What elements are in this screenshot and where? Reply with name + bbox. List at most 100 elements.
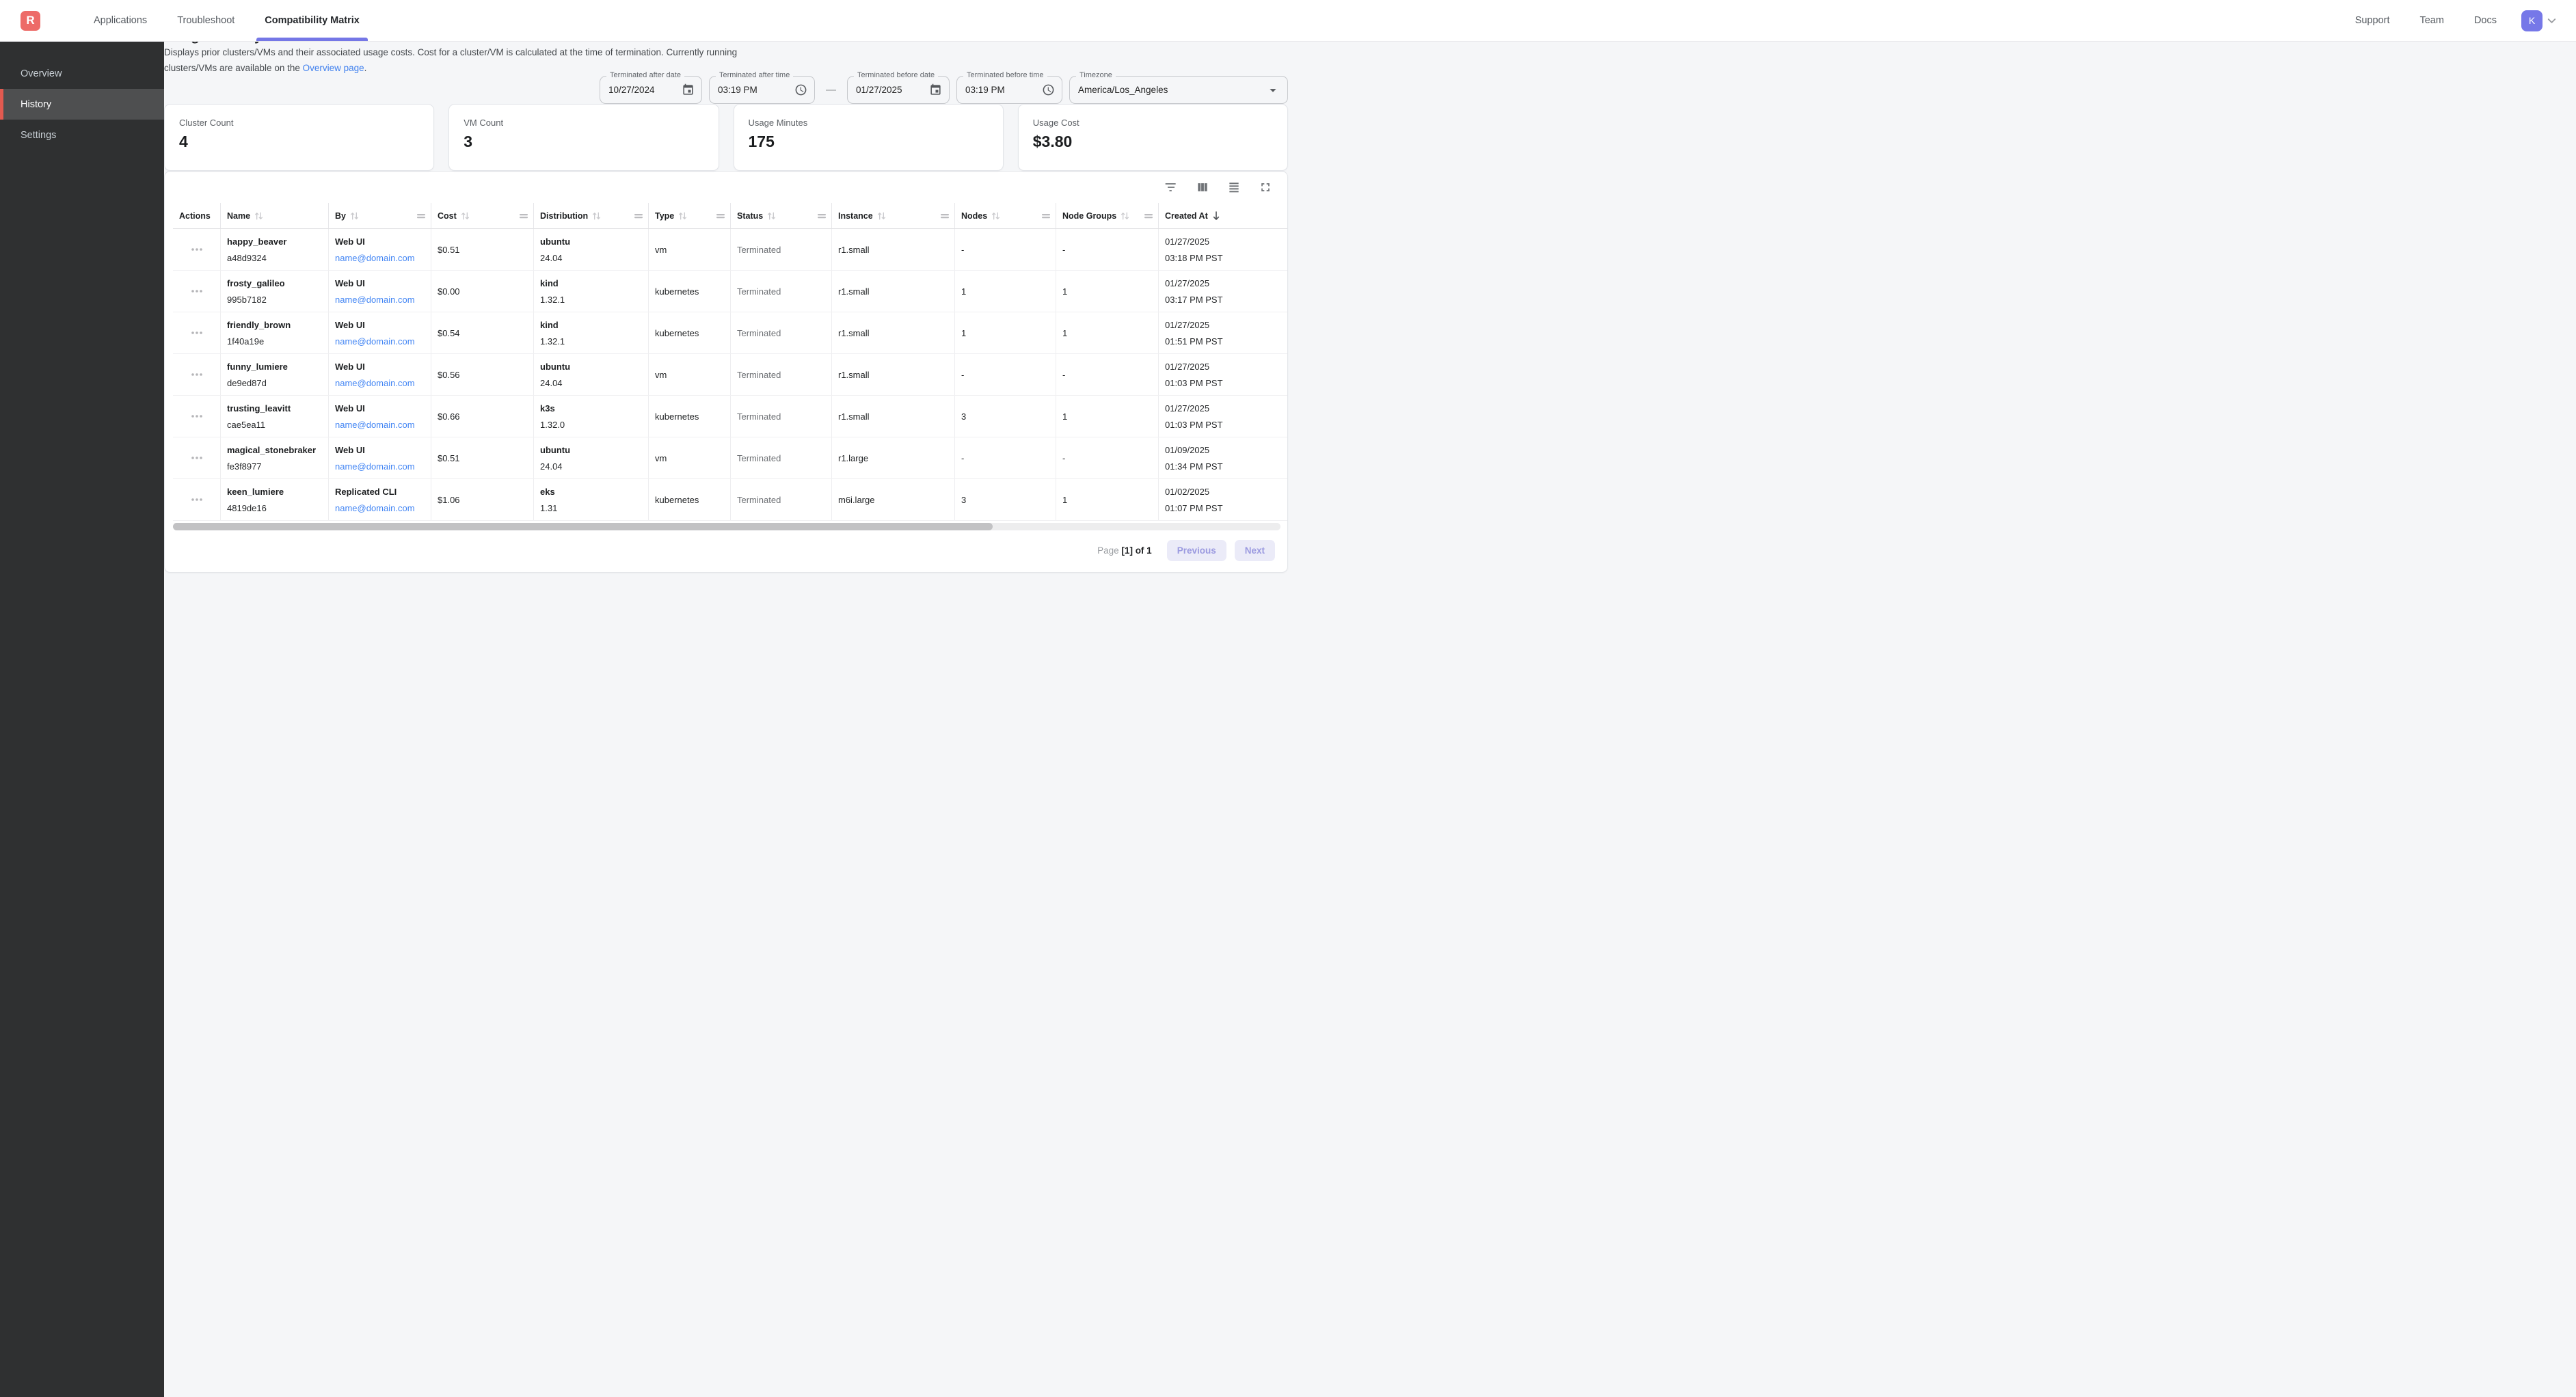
clock-icon[interactable]: [1042, 83, 1055, 96]
dropdown-caret-icon[interactable]: [1265, 83, 1280, 98]
created-by-email-link[interactable]: name@domain.com: [335, 503, 431, 513]
cell-nodes: -: [955, 437, 1056, 478]
sidebar-item-settings[interactable]: Settings: [0, 120, 164, 150]
created-by-email-link[interactable]: name@domain.com: [335, 461, 431, 472]
column-header-nodes[interactable]: Nodes: [955, 203, 1056, 228]
cluster-name: keen_lumiere: [227, 487, 328, 497]
nav-item-docs[interactable]: Docs: [2459, 15, 2512, 26]
user-avatar[interactable]: K: [2521, 10, 2543, 31]
cell-type: vm: [649, 437, 731, 478]
calendar-icon[interactable]: [682, 83, 695, 96]
stat-value: 4: [179, 133, 419, 151]
timezone-select[interactable]: Timezone America/Los_Angeles: [1069, 76, 1288, 104]
chevron-down-icon[interactable]: [2545, 14, 2558, 27]
terminated-after-date-input[interactable]: [608, 85, 677, 95]
table-header-row: Actions Name By Cost Distribution: [173, 203, 1287, 229]
column-header-actions: Actions: [173, 203, 221, 228]
cell-created-at: 01/09/2025 01:34 PM PST: [1159, 437, 1253, 478]
column-menu-icon[interactable]: [519, 212, 528, 220]
next-page-button[interactable]: Next: [1235, 540, 1275, 561]
cell-type: kubernetes: [649, 396, 731, 437]
cluster-id: de9ed87d: [227, 378, 328, 388]
column-menu-icon[interactable]: [416, 212, 426, 220]
row-actions-button[interactable]: [173, 479, 221, 520]
column-menu-icon[interactable]: [817, 212, 827, 220]
overview-page-link[interactable]: Overview page: [303, 63, 364, 73]
terminated-before-date-field[interactable]: Terminated before date: [847, 76, 950, 104]
terminated-after-time-field[interactable]: Terminated after time: [709, 76, 815, 104]
created-date: 01/27/2025: [1165, 278, 1253, 288]
calendar-icon[interactable]: [929, 83, 942, 96]
column-header-status[interactable]: Status: [731, 203, 832, 228]
column-header-type[interactable]: Type: [649, 203, 731, 228]
column-header-distribution[interactable]: Distribution: [534, 203, 649, 228]
distribution-name: ubuntu: [540, 236, 648, 247]
cluster-name: trusting_leavitt: [227, 403, 328, 413]
previous-page-button[interactable]: Previous: [1167, 540, 1226, 561]
row-actions-button[interactable]: [173, 229, 221, 270]
nav-item-troubleshoot[interactable]: Troubleshoot: [162, 0, 250, 41]
column-header-by[interactable]: By: [329, 203, 431, 228]
clock-icon[interactable]: [794, 83, 807, 96]
column-label: Status: [737, 211, 763, 221]
terminated-before-date-input[interactable]: [856, 85, 925, 95]
cell-name: happy_beaver a48d9324: [221, 229, 329, 270]
sidebar-item-history[interactable]: History: [0, 89, 164, 120]
row-actions-button[interactable]: [173, 354, 221, 395]
created-by-email-link[interactable]: name@domain.com: [335, 420, 431, 430]
column-menu-icon[interactable]: [1144, 212, 1153, 220]
column-menu-icon[interactable]: [940, 212, 950, 220]
terminated-before-time-field[interactable]: Terminated before time: [956, 76, 1062, 104]
nav-item-support[interactable]: Support: [2340, 15, 2405, 26]
created-by-email-link[interactable]: name@domain.com: [335, 295, 431, 305]
cell-cost: $0.51: [431, 437, 534, 478]
cell-node-groups: 1: [1056, 271, 1159, 312]
horizontal-scrollbar-thumb[interactable]: [173, 523, 993, 530]
stat-card: Usage Minutes 175: [734, 104, 1004, 171]
column-header-instance[interactable]: Instance: [832, 203, 955, 228]
column-header-cost[interactable]: Cost: [431, 203, 534, 228]
horizontal-scrollbar-track[interactable]: [173, 523, 1280, 530]
column-menu-icon[interactable]: [1041, 212, 1051, 220]
table-body: happy_beaver a48d9324 Web UI name@domain…: [173, 229, 1287, 521]
created-date: 01/27/2025: [1165, 403, 1253, 413]
cell-cost: $0.66: [431, 396, 534, 437]
row-actions-button[interactable]: [173, 271, 221, 312]
created-by-email-link[interactable]: name@domain.com: [335, 336, 431, 347]
logo-letter: R: [26, 14, 34, 27]
cell-name: funny_lumiere de9ed87d: [221, 354, 329, 395]
column-menu-icon[interactable]: [634, 212, 643, 220]
nav-item-applications[interactable]: Applications: [79, 0, 162, 41]
cell-cost: $1.06: [431, 479, 534, 520]
terminated-after-time-input[interactable]: [718, 85, 790, 95]
column-label: Instance: [838, 211, 873, 221]
row-actions-button[interactable]: [173, 312, 221, 353]
terminated-before-date-label: Terminated before date: [854, 71, 938, 79]
cell-created-at: 01/27/2025 01:51 PM PST: [1159, 312, 1253, 353]
row-actions-button[interactable]: [173, 396, 221, 437]
nav-item-compatibility-matrix[interactable]: Compatibility Matrix: [250, 0, 375, 41]
fullscreen-icon[interactable]: [1259, 180, 1272, 194]
columns-icon[interactable]: [1196, 180, 1209, 194]
created-by-email-link[interactable]: name@domain.com: [335, 378, 431, 388]
created-by-email-link[interactable]: name@domain.com: [335, 253, 431, 263]
created-time: 01:03 PM PST: [1165, 378, 1253, 388]
column-header-created-at[interactable]: Created At: [1159, 203, 1253, 228]
row-actions-button[interactable]: [173, 437, 221, 478]
column-header-name[interactable]: Name: [221, 203, 329, 228]
created-by-source: Replicated CLI: [335, 487, 431, 497]
filter-icon[interactable]: [1164, 180, 1178, 194]
cell-distribution: ubuntu 24.04: [534, 354, 649, 395]
distribution-name: eks: [540, 487, 648, 497]
terminated-after-date-field[interactable]: Terminated after date: [600, 76, 702, 104]
table-row: keen_lumiere 4819de16 Replicated CLI nam…: [173, 479, 1287, 521]
density-icon[interactable]: [1227, 180, 1241, 194]
sidebar-item-overview[interactable]: Overview: [0, 58, 164, 89]
nav-item-team[interactable]: Team: [2404, 15, 2458, 26]
terminated-before-time-input[interactable]: [965, 85, 1038, 95]
replicated-logo[interactable]: R: [21, 11, 40, 31]
column-header-node-groups[interactable]: Node Groups: [1056, 203, 1159, 228]
ellipsis-icon: [190, 413, 204, 419]
column-menu-icon[interactable]: [716, 212, 725, 220]
cell-created-at: 01/27/2025 03:18 PM PST: [1159, 229, 1253, 270]
